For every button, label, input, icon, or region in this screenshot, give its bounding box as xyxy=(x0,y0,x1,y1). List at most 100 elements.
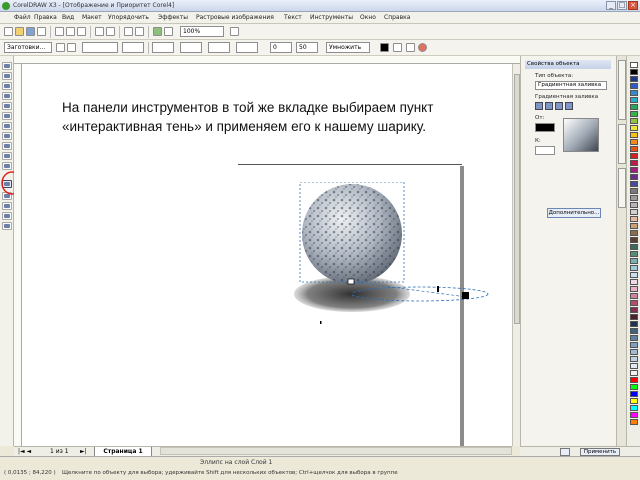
palette-swatch[interactable] xyxy=(630,356,638,362)
palette-swatch[interactable] xyxy=(630,349,638,355)
palette-swatch[interactable] xyxy=(630,83,638,89)
add-preset-icon[interactable] xyxy=(56,43,65,52)
clear-shadow-icon[interactable] xyxy=(418,43,427,52)
text-tool[interactable] xyxy=(2,162,12,170)
palette-swatch[interactable] xyxy=(630,146,638,152)
export-icon[interactable] xyxy=(135,27,144,36)
undo-icon[interactable] xyxy=(95,27,104,36)
palette-swatch[interactable] xyxy=(630,398,638,404)
palette-swatch[interactable] xyxy=(630,167,638,173)
polygon-tool[interactable] xyxy=(2,142,12,150)
smart-fill-tool[interactable] xyxy=(2,112,12,120)
palette-swatch[interactable] xyxy=(630,265,638,271)
close-button[interactable]: × xyxy=(628,1,638,10)
radial-fill-icon[interactable] xyxy=(545,102,553,110)
palette-swatch[interactable] xyxy=(630,188,638,194)
shadow-end-handle[interactable] xyxy=(462,292,469,299)
palette-swatch[interactable] xyxy=(630,153,638,159)
shadow-stretch-field[interactable] xyxy=(180,42,202,53)
more-options-button[interactable]: Дополнительно... xyxy=(547,208,601,218)
palette-swatch[interactable] xyxy=(630,342,638,348)
from-color-swatch[interactable] xyxy=(535,123,555,132)
print-icon[interactable] xyxy=(37,27,46,36)
menu-view[interactable]: Вид xyxy=(62,14,74,21)
palette-swatch[interactable] xyxy=(630,272,638,278)
paste-icon[interactable] xyxy=(77,27,86,36)
palette-swatch[interactable] xyxy=(630,181,638,187)
vertical-scrollbar[interactable] xyxy=(512,64,520,446)
app-launcher-icon[interactable] xyxy=(153,27,162,36)
palette-swatch[interactable] xyxy=(630,307,638,313)
palette-swatch[interactable] xyxy=(630,209,638,215)
zoom-dropdown-icon[interactable] xyxy=(230,27,239,36)
color-dropdown-icon[interactable] xyxy=(393,43,402,52)
new-document-icon[interactable] xyxy=(4,27,13,36)
shadow-color-swatch[interactable] xyxy=(380,43,389,52)
palette-swatch[interactable] xyxy=(630,391,638,397)
palette-swatch[interactable] xyxy=(630,321,638,327)
rectangle-tool[interactable] xyxy=(2,122,12,130)
palette-swatch[interactable] xyxy=(630,279,638,285)
horizontal-scrollbar[interactable] xyxy=(160,447,512,455)
palette-swatch[interactable] xyxy=(630,139,638,145)
position-x-field[interactable] xyxy=(82,42,118,53)
crop-tool[interactable] xyxy=(2,82,12,90)
palette-swatch[interactable] xyxy=(630,244,638,250)
opacity-slider-handle[interactable] xyxy=(437,286,439,292)
menu-effects[interactable]: Эффекты xyxy=(158,14,188,21)
open-folder-icon[interactable] xyxy=(15,27,24,36)
palette-swatch[interactable] xyxy=(630,195,638,201)
corel-online-icon[interactable] xyxy=(164,27,173,36)
palette-swatch[interactable] xyxy=(630,405,638,411)
ellipse-tool[interactable] xyxy=(2,132,12,140)
docker-tab-object-manager[interactable] xyxy=(618,124,626,164)
palette-swatch[interactable] xyxy=(630,363,638,369)
to-color-swatch[interactable] xyxy=(535,146,555,155)
outline-tool[interactable] xyxy=(2,202,12,210)
import-icon[interactable] xyxy=(124,27,133,36)
palette-swatch[interactable] xyxy=(630,118,638,124)
object-type-select[interactable]: Градиентная заливка xyxy=(535,81,607,90)
palette-swatch[interactable] xyxy=(630,174,638,180)
palette-swatch[interactable] xyxy=(630,76,638,82)
palette-swatch[interactable] xyxy=(630,335,638,341)
ball-with-shadow[interactable] xyxy=(292,182,512,332)
stretch-field[interactable]: 50 xyxy=(296,42,318,53)
palette-swatch[interactable] xyxy=(630,237,638,243)
shadow-opacity-field[interactable] xyxy=(208,42,230,53)
copy-shadow-icon[interactable] xyxy=(406,43,415,52)
palette-swatch[interactable] xyxy=(630,412,638,418)
palette-swatch[interactable] xyxy=(630,125,638,131)
palette-swatch[interactable] xyxy=(630,293,638,299)
transparency-mode-select[interactable]: Умножить xyxy=(326,42,370,53)
palette-swatch[interactable] xyxy=(630,97,638,103)
zoom-level-field[interactable]: 100% xyxy=(180,26,224,37)
menu-edit[interactable]: Правка xyxy=(34,14,57,21)
shadow-angle-field[interactable] xyxy=(152,42,174,53)
docker-tab-object-properties[interactable] xyxy=(618,60,626,120)
palette-swatch[interactable] xyxy=(630,251,638,257)
pick-tool[interactable] xyxy=(2,62,12,70)
palette-swatch[interactable] xyxy=(630,286,638,292)
palette-swatch[interactable] xyxy=(630,202,638,208)
lock-icon[interactable] xyxy=(560,448,570,456)
position-y-field[interactable] xyxy=(122,42,144,53)
palette-swatch[interactable] xyxy=(630,69,638,75)
linear-fill-icon[interactable] xyxy=(535,102,543,110)
palette-swatch[interactable] xyxy=(630,90,638,96)
remove-preset-icon[interactable] xyxy=(67,43,76,52)
palette-swatch[interactable] xyxy=(630,160,638,166)
horizontal-ruler[interactable] xyxy=(14,56,520,64)
docker-tab-hints[interactable] xyxy=(618,168,626,208)
menu-tools[interactable]: Инструменты xyxy=(310,14,353,21)
palette-swatch[interactable] xyxy=(630,419,638,425)
palette-swatch[interactable] xyxy=(630,300,638,306)
palette-swatch[interactable] xyxy=(630,384,638,390)
palette-swatch[interactable] xyxy=(630,314,638,320)
menu-layout[interactable]: Макет xyxy=(82,14,102,21)
palette-swatch[interactable] xyxy=(630,104,638,110)
palette-swatch[interactable] xyxy=(630,230,638,236)
shape-tool[interactable] xyxy=(2,72,12,80)
basic-shapes-tool[interactable] xyxy=(2,152,12,160)
palette-swatch[interactable] xyxy=(630,132,638,138)
